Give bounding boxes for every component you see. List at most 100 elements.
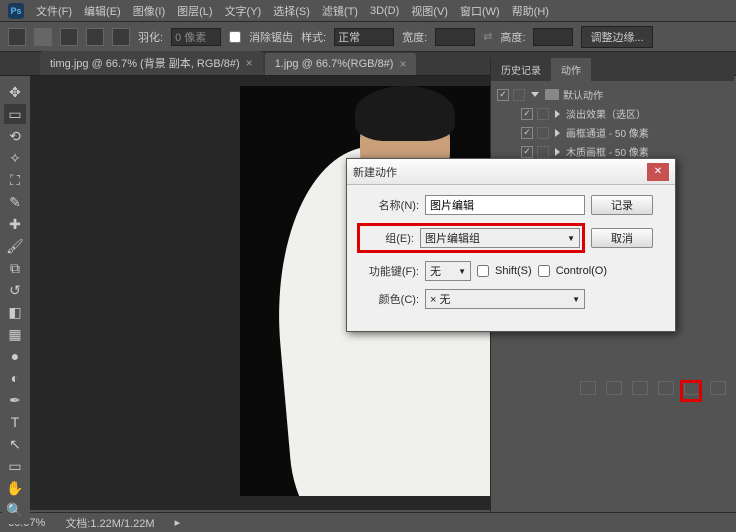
menu-3d[interactable]: 3D(D)	[370, 5, 399, 17]
record-button[interactable]: 记录	[591, 195, 653, 215]
history-brush-tool-icon[interactable]: ↺	[4, 280, 26, 300]
close-icon[interactable]: ×	[246, 56, 253, 70]
play-icon[interactable]	[632, 381, 648, 395]
dialog-title: 新建动作	[353, 164, 397, 180]
stamp-tool-icon[interactable]: ⧉	[4, 258, 26, 278]
trash-icon[interactable]	[710, 381, 726, 395]
path-tool-icon[interactable]: ↖	[4, 434, 26, 454]
dialog-toggle-icon[interactable]	[537, 146, 549, 158]
eraser-tool-icon[interactable]: ◧	[4, 302, 26, 322]
menu-filter[interactable]: 滤镜(T)	[322, 3, 358, 19]
fnkey-value: 无	[430, 263, 441, 279]
tab-1jpg[interactable]: 1.jpg @ 66.7%(RGB/8#) ×	[265, 53, 417, 75]
antialias-label: 消除锯齿	[249, 29, 293, 45]
selection-mode-add-icon[interactable]	[60, 28, 78, 46]
width-input[interactable]	[435, 28, 475, 46]
toggle-check-icon[interactable]: ✓	[521, 146, 533, 158]
dialog-toggle-icon[interactable]	[537, 108, 549, 120]
refine-edge-button[interactable]: 调整边缘...	[581, 26, 652, 48]
brush-tool-icon[interactable]: 🖌	[4, 236, 26, 256]
status-bar: 66.67% 文档:1.22M/1.22M ▸	[0, 512, 736, 532]
tab-label: timg.jpg @ 66.7% (背景 副本, RGB/8#)	[50, 55, 240, 71]
action-item-fade[interactable]: ✓ 淡出效果（选区）	[491, 104, 734, 123]
group-value: 图片编辑组	[425, 230, 480, 246]
toggle-check-icon[interactable]: ✓	[521, 108, 533, 120]
cancel-button[interactable]: 取消	[591, 228, 653, 248]
marquee-tool-icon[interactable]: ▭	[4, 104, 26, 124]
selection-mode-new-icon[interactable]	[34, 28, 52, 46]
control-checkbox[interactable]	[538, 265, 550, 277]
group-select[interactable]: 图片编辑组 ▼	[420, 228, 580, 248]
style-select[interactable]: 正常	[334, 28, 394, 46]
magic-wand-tool-icon[interactable]: ✧	[4, 148, 26, 168]
height-input[interactable]	[533, 28, 573, 46]
shift-checkbox[interactable]	[477, 265, 489, 277]
new-set-icon[interactable]	[658, 381, 674, 395]
dialog-titlebar[interactable]: 新建动作 ✕	[347, 159, 675, 185]
shift-label: Shift(S)	[495, 265, 532, 277]
action-folder-default[interactable]: ✓ 默认动作	[491, 85, 734, 104]
tab-history[interactable]: 历史记录	[491, 58, 551, 81]
toggle-check-icon[interactable]: ✓	[521, 127, 533, 139]
disclosure-right-icon[interactable]	[555, 148, 560, 156]
chevron-right-icon[interactable]: ▸	[175, 516, 181, 529]
record-icon[interactable]	[606, 381, 622, 395]
app-logo-icon: Ps	[8, 3, 24, 19]
doc-info[interactable]: 文档:1.22M/1.22M	[65, 515, 154, 531]
chevron-down-icon: ▼	[458, 267, 466, 276]
antialias-checkbox[interactable]	[229, 31, 241, 43]
hand-tool-icon[interactable]: ✋	[4, 478, 26, 498]
color-select[interactable]: × 无 ▼	[425, 289, 585, 309]
healing-tool-icon[interactable]: ✚	[4, 214, 26, 234]
disclosure-right-icon[interactable]	[555, 129, 560, 137]
dodge-tool-icon[interactable]: ◐	[4, 368, 26, 388]
tab-timg[interactable]: timg.jpg @ 66.7% (背景 副本, RGB/8#) ×	[40, 51, 263, 75]
menu-type[interactable]: 文字(Y)	[225, 3, 262, 19]
disclosure-down-icon[interactable]	[531, 92, 539, 97]
close-icon[interactable]: ✕	[647, 163, 669, 181]
feather-input[interactable]	[171, 28, 221, 46]
zoom-tool-icon[interactable]: 🔍	[4, 500, 26, 520]
menu-image[interactable]: 图像(I)	[133, 3, 165, 19]
width-label: 宽度:	[402, 29, 427, 45]
none-icon: ×	[430, 294, 436, 306]
name-input[interactable]	[425, 195, 585, 215]
fnkey-select[interactable]: 无 ▼	[425, 261, 471, 281]
menu-help[interactable]: 帮助(H)	[512, 3, 549, 19]
chevron-down-icon: ▼	[572, 295, 580, 304]
eyedropper-tool-icon[interactable]: ✎	[4, 192, 26, 212]
shape-tool-icon[interactable]: ▭	[4, 456, 26, 476]
menu-window[interactable]: 窗口(W)	[460, 3, 500, 19]
actions-list: ✓ 默认动作 ✓ 淡出效果（选区） ✓ 画框通道 - 50 像素 ✓ 木质画框 …	[491, 81, 734, 165]
move-tool-icon[interactable]: ✥	[4, 82, 26, 102]
menu-view[interactable]: 视图(V)	[411, 3, 448, 19]
name-label: 名称(N):	[357, 197, 419, 213]
menu-edit[interactable]: 编辑(E)	[84, 3, 121, 19]
action-label: 淡出效果（选区）	[566, 106, 646, 121]
close-icon[interactable]: ×	[399, 57, 406, 71]
color-value: 无	[440, 294, 451, 306]
menu-select[interactable]: 选择(S)	[273, 3, 310, 19]
pen-tool-icon[interactable]: ✒	[4, 390, 26, 410]
stop-icon[interactable]	[580, 381, 596, 395]
crop-tool-icon[interactable]: ⛶	[4, 170, 26, 190]
type-tool-icon[interactable]: T	[4, 412, 26, 432]
action-label: 木质画框 - 50 像素	[566, 144, 649, 159]
disclosure-right-icon[interactable]	[555, 110, 560, 118]
dialog-toggle-icon[interactable]	[513, 89, 525, 101]
toggle-check-icon[interactable]: ✓	[497, 89, 509, 101]
height-label: 高度:	[500, 29, 525, 45]
tab-actions[interactable]: 动作	[551, 58, 591, 81]
menu-layer[interactable]: 图层(L)	[177, 3, 212, 19]
menu-file[interactable]: 文件(F)	[36, 3, 72, 19]
gradient-tool-icon[interactable]: ▦	[4, 324, 26, 344]
blur-tool-icon[interactable]: ●	[4, 346, 26, 366]
selection-mode-subtract-icon[interactable]	[86, 28, 104, 46]
action-item-frame[interactable]: ✓ 画框通道 - 50 像素	[491, 123, 734, 142]
new-action-dialog: 新建动作 ✕ 名称(N): 记录 组(E): 图片编辑组 ▼ 取消 功能键(F)…	[346, 158, 676, 332]
options-bar: 羽化: 消除锯齿 样式: 正常 宽度: ⇄ 高度: 调整边缘...	[0, 22, 736, 52]
lasso-tool-icon[interactable]: ⟲	[4, 126, 26, 146]
dialog-toggle-icon[interactable]	[537, 127, 549, 139]
selection-mode-intersect-icon[interactable]	[112, 28, 130, 46]
marquee-tool-icon[interactable]	[8, 28, 26, 46]
